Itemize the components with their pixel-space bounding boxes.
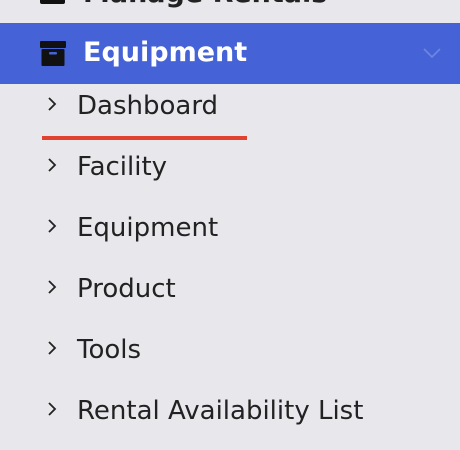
sidebar-item-label: Manage Rentals — [83, 0, 327, 9]
archive-box-icon — [40, 41, 66, 66]
section-title: Equipment — [83, 37, 248, 68]
sidebar-item-label: Dashboard — [77, 91, 219, 121]
archive-icon — [40, 0, 65, 4]
sidebar-item-label: Equipment — [77, 213, 219, 243]
chevron-right-icon — [48, 341, 57, 355]
sidebar-item-manage-rentals[interactable]: Manage Rentals — [0, 0, 460, 22]
sidebar-item-label: Tools — [77, 335, 142, 365]
sidebar-item-equipment[interactable]: Equipment — [0, 201, 460, 262]
sidebar-item-facility[interactable]: Facility — [0, 140, 460, 201]
sidebar-item-rental-availability-list[interactable]: Rental Availability List — [0, 384, 460, 445]
sidebar-item-label: Product — [77, 274, 176, 304]
chevron-right-icon — [48, 402, 57, 416]
chevron-right-icon — [48, 97, 57, 111]
chevron-right-icon — [48, 219, 57, 233]
sidebar-section-equipment[interactable]: Equipment — [0, 23, 460, 84]
chevron-down-icon[interactable] — [422, 46, 442, 60]
sidebar-item-tools[interactable]: Tools — [0, 323, 460, 384]
sidebar-item-label: Facility — [77, 152, 168, 182]
sidebar-item-dashboard[interactable]: Dashboard — [0, 79, 460, 140]
sidebar-item-product[interactable]: Product — [0, 262, 460, 323]
sidebar-item-label: Rental Availability List — [77, 396, 364, 426]
chevron-right-icon — [48, 158, 57, 172]
chevron-right-icon — [48, 280, 57, 294]
